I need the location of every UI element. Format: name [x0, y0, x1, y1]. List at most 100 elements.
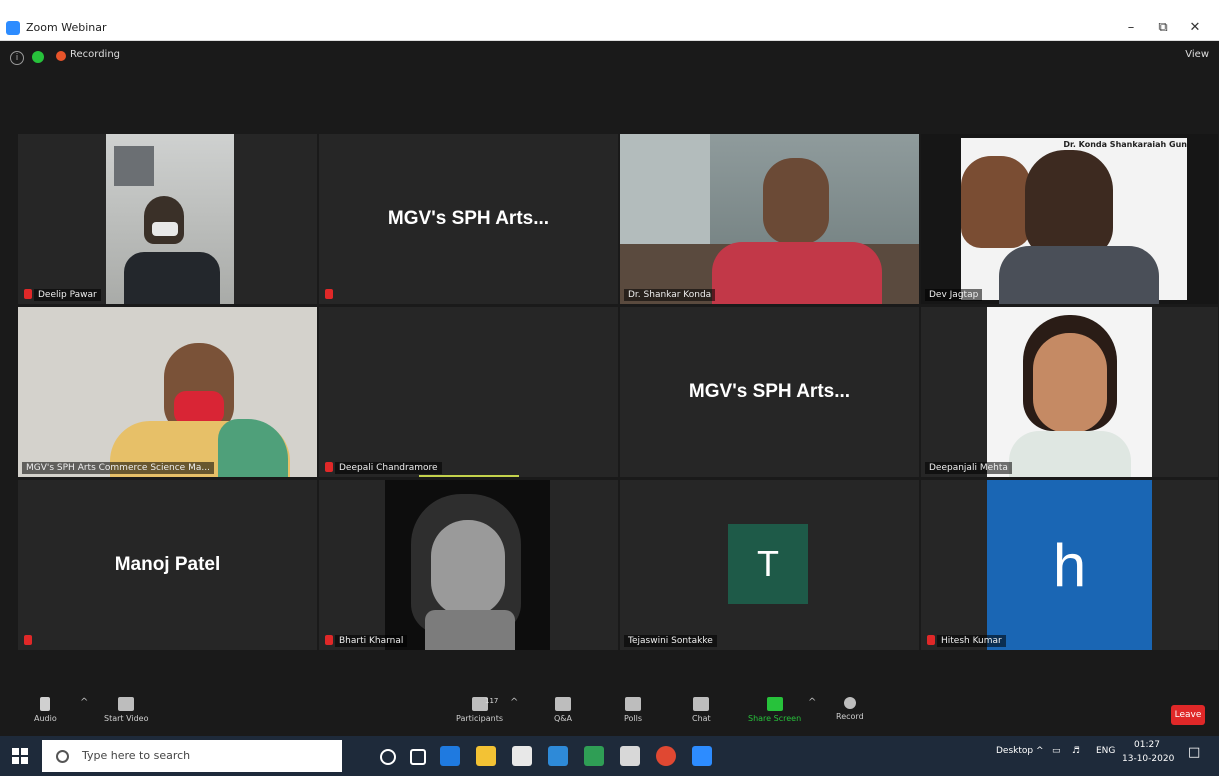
- network-icon[interactable]: ▭: [1052, 746, 1061, 756]
- cortana-icon[interactable]: [380, 749, 396, 765]
- participant-tile[interactable]: h Hitesh Kumar: [921, 480, 1218, 650]
- muted-mic-icon: [325, 462, 333, 472]
- window-shape: [114, 146, 154, 186]
- task-view-icon[interactable]: [410, 749, 426, 765]
- clock-date[interactable]: 13-10-2020: [1122, 754, 1174, 764]
- participant-display-name: MGV's SPH Arts...: [387, 208, 550, 229]
- participant-avatar: h: [987, 480, 1152, 650]
- excel-icon[interactable]: [584, 746, 604, 766]
- chat-icon: [693, 697, 710, 711]
- notifications-icon[interactable]: □: [1188, 745, 1200, 760]
- chat-button[interactable]: Chat: [692, 697, 711, 723]
- person-head: [1033, 333, 1107, 433]
- edge-icon[interactable]: [440, 746, 460, 766]
- slide-photo: [961, 156, 1031, 248]
- polls-icon: [625, 697, 642, 711]
- audio-button[interactable]: Audio: [34, 697, 57, 723]
- participant-tile[interactable]: Dr. Shankar Konda: [620, 134, 919, 304]
- person-body: [1009, 431, 1131, 477]
- participant-name: Deepali Chandramore: [335, 462, 442, 474]
- search-icon: [56, 750, 69, 763]
- chrome-icon[interactable]: [656, 746, 676, 766]
- view-button[interactable]: View: [1185, 49, 1209, 60]
- restore-button[interactable]: ⧉: [1148, 18, 1178, 38]
- share-screen-icon: [766, 697, 783, 711]
- participant-display-name: Manoj Patel: [114, 554, 221, 575]
- recording-icon: [56, 51, 66, 61]
- participant-tile[interactable]: Deelip Pawar: [18, 134, 317, 304]
- chat-label: Chat: [692, 714, 711, 723]
- gallery-grid: Deelip Pawar MGV's SPH Arts... Dr. Shank…: [18, 134, 1218, 654]
- participant-video: [18, 307, 317, 477]
- muted-mic-icon: [927, 635, 935, 645]
- participant-tile-active[interactable]: Dr. Konda Shankaraiah Gun Dev Jagtap: [921, 134, 1218, 304]
- store-icon[interactable]: [512, 746, 532, 766]
- photos-icon[interactable]: [620, 746, 640, 766]
- participant-video: [987, 307, 1152, 477]
- share-options-caret-icon[interactable]: ^: [808, 697, 816, 708]
- tray-overflow-icon[interactable]: ^: [1036, 746, 1044, 756]
- file-explorer-icon[interactable]: [476, 746, 496, 766]
- person-head: [1025, 150, 1113, 258]
- qa-icon: [555, 697, 571, 711]
- participant-name: Hitesh Kumar: [937, 635, 1006, 647]
- windows-start-icon[interactable]: [12, 748, 28, 764]
- participant-tile[interactable]: Deepanjali Mehta: [921, 307, 1218, 477]
- minimize-button[interactable]: –: [1116, 18, 1146, 38]
- desktop-label[interactable]: Desktop: [996, 746, 1033, 756]
- window-titlebar: Zoom Webinar – ⧉ ✕: [0, 16, 1219, 41]
- mail-icon[interactable]: [548, 746, 568, 766]
- close-button[interactable]: ✕: [1180, 18, 1210, 38]
- security-shield-icon[interactable]: [32, 51, 44, 63]
- participants-options-caret-icon[interactable]: ^: [510, 697, 518, 708]
- polls-button[interactable]: Polls: [624, 697, 642, 723]
- person-body: [999, 246, 1159, 304]
- zoom-app-icon: [6, 21, 20, 35]
- person-body: [124, 252, 220, 304]
- record-button[interactable]: Record: [836, 697, 864, 721]
- taskbar-search-box[interactable]: Type here to search: [42, 740, 342, 772]
- participant-tile[interactable]: Deepali Chandramore: [319, 307, 618, 477]
- speaking-indicator: [419, 475, 519, 477]
- participant-tile[interactable]: MGV's SPH Arts...: [319, 134, 618, 304]
- language-indicator[interactable]: ENG: [1096, 746, 1115, 756]
- windows-taskbar: Type here to search Desktop ^ ▭ ♬ ENG 01…: [0, 736, 1219, 776]
- share-screen-button[interactable]: Share Screen: [748, 697, 801, 723]
- window-title: Zoom Webinar: [26, 21, 107, 34]
- participant-tile[interactable]: MGV's SPH Arts Commerce Science Ma...: [18, 307, 317, 477]
- participant-video: [385, 480, 550, 650]
- video-camera-icon: [118, 697, 135, 711]
- participant-name: MGV's SPH Arts Commerce Science Ma...: [22, 462, 214, 474]
- zoom-taskbar-icon[interactable]: [692, 746, 712, 766]
- participant-video: [620, 134, 919, 304]
- audio-label: Audio: [34, 714, 57, 723]
- record-label: Record: [836, 712, 864, 721]
- meeting-toolbar: Audio ^ Start Video Participants 117 ^ Q…: [0, 691, 1219, 736]
- microphone-icon: [40, 697, 51, 711]
- person-head: [763, 158, 829, 244]
- qa-button[interactable]: Q&A: [554, 697, 572, 723]
- volume-icon[interactable]: ♬: [1072, 746, 1080, 756]
- person-head: [431, 520, 505, 616]
- info-icon[interactable]: i: [10, 51, 24, 65]
- muted-mic-icon: [325, 635, 333, 645]
- participant-video: [106, 134, 234, 304]
- mask-shape: [174, 391, 224, 425]
- participant-tile[interactable]: MGV's SPH Arts...: [620, 307, 919, 477]
- muted-mic-icon: [24, 635, 32, 645]
- participant-tile[interactable]: Bharti Kharnal: [319, 480, 618, 650]
- participant-tile[interactable]: T Tejaswini Sontakke: [620, 480, 919, 650]
- muted-mic-icon: [24, 289, 32, 299]
- participant-tile[interactable]: Manoj Patel: [18, 480, 317, 650]
- audio-options-caret-icon[interactable]: ^: [80, 697, 88, 708]
- participant-name: Deelip Pawar: [34, 289, 101, 301]
- polls-label: Polls: [624, 714, 643, 723]
- hand-shape: [425, 610, 515, 650]
- start-video-button[interactable]: Start Video: [104, 697, 149, 723]
- record-icon: [843, 697, 856, 709]
- clock-time[interactable]: 01:27: [1134, 740, 1160, 750]
- muted-mic-icon: [325, 289, 333, 299]
- meeting-topbar: i Recording View: [0, 41, 1219, 75]
- leave-button[interactable]: Leave: [1171, 705, 1205, 725]
- participants-count: 117: [485, 697, 499, 705]
